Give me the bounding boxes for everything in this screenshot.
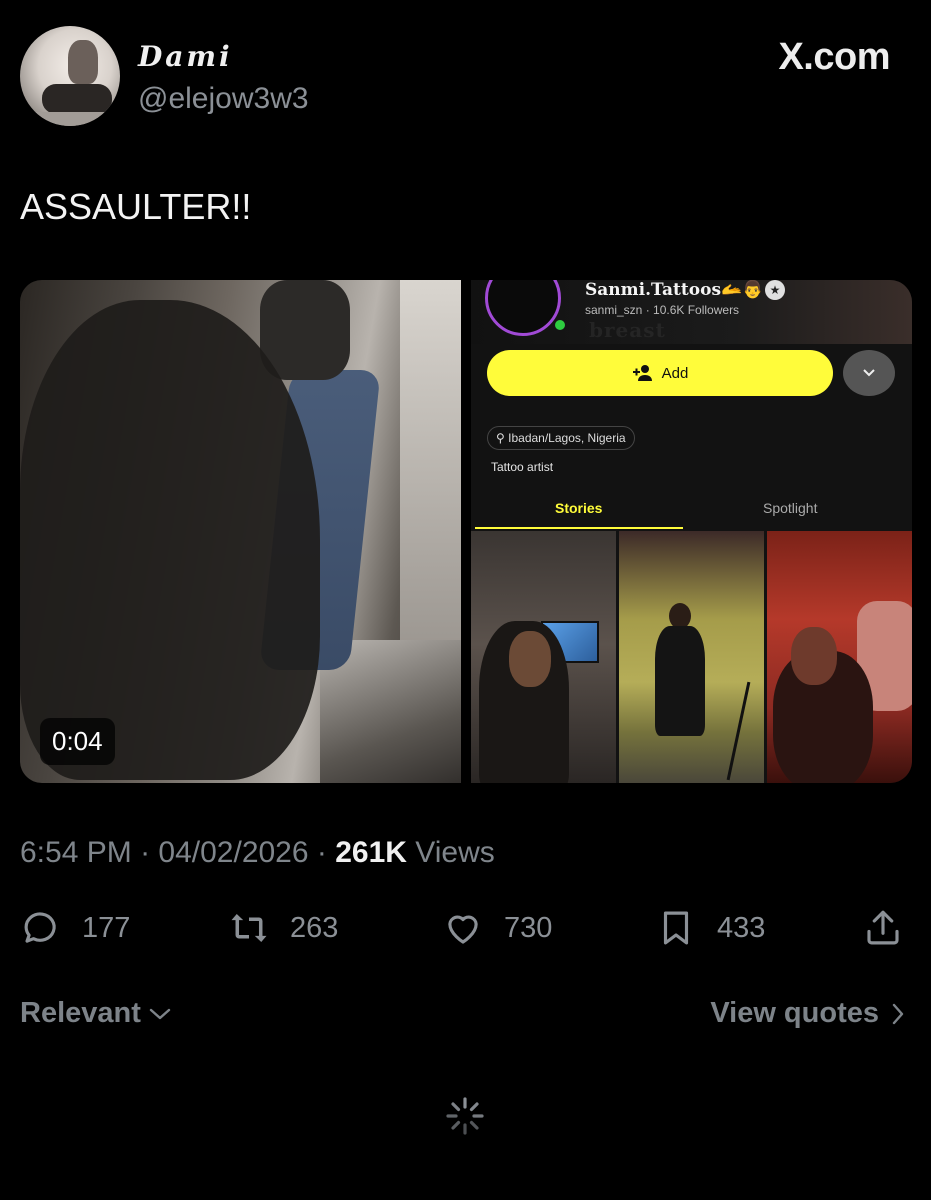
view-quotes-link[interactable]: View quotes bbox=[710, 997, 905, 1030]
video-figure bbox=[20, 300, 320, 780]
reply-button[interactable]: 177 bbox=[20, 898, 130, 958]
location-chip: ⚲ Ibadan/Lagos, Nigeria bbox=[487, 426, 635, 450]
avatar-figure bbox=[68, 40, 98, 84]
loading-spinner-icon bbox=[446, 1097, 484, 1135]
author-handle[interactable]: @elejow3w3 bbox=[138, 82, 309, 116]
reply-icon bbox=[24, 912, 56, 943]
video-duration-badge: 0:04 bbox=[40, 718, 115, 765]
repost-icon bbox=[231, 914, 267, 942]
tab-spotlight: Spotlight bbox=[763, 500, 818, 516]
author-avatar[interactable] bbox=[20, 26, 120, 126]
views-label: Views bbox=[415, 836, 495, 869]
share-icon bbox=[867, 910, 899, 945]
video-wall bbox=[400, 280, 461, 660]
story-face bbox=[509, 631, 551, 687]
like-button[interactable]: 730 bbox=[442, 898, 552, 958]
profile-username: Sanmi.Tattoos🫴👨 bbox=[585, 280, 764, 300]
meta-separator: · bbox=[316, 836, 336, 869]
share-button[interactable] bbox=[862, 898, 904, 958]
tweet-time[interactable]: 6:54 PM bbox=[20, 836, 132, 869]
chevron-down-icon bbox=[149, 1008, 171, 1019]
add-person-icon bbox=[632, 365, 652, 381]
author-display-name[interactable]: Dami bbox=[138, 40, 233, 73]
bookmark-button[interactable]: 433 bbox=[655, 898, 765, 958]
tab-stories: Stories bbox=[555, 500, 603, 516]
avatar-desk bbox=[20, 112, 120, 126]
profile-meta: sanmi_szn · 10.6K Followers bbox=[585, 303, 740, 317]
brand-logo: X.com bbox=[778, 36, 890, 78]
media-grid: 0:04 Sanmi.Tattoos🫴👨 ★ sanmi_szn · 10.6K… bbox=[20, 280, 912, 783]
bookmark-icon bbox=[663, 911, 689, 945]
meta-separator: · bbox=[140, 836, 159, 869]
profile-sticker-text: breast bbox=[589, 318, 666, 342]
active-tab-indicator bbox=[475, 527, 683, 529]
online-indicator bbox=[555, 320, 565, 330]
like-count: 730 bbox=[504, 911, 553, 944]
tweet-text: ASSAULTER!! bbox=[20, 186, 252, 227]
reply-count: 177 bbox=[82, 911, 131, 944]
star-badge-icon: ★ bbox=[765, 280, 785, 300]
bookmark-count: 433 bbox=[717, 911, 766, 944]
action-bar: 177 263 730 433 bbox=[0, 898, 931, 958]
more-options-chevron-icon bbox=[843, 350, 895, 396]
profile-bio: Tattoo artist bbox=[491, 460, 554, 474]
tweet-meta: 6:54 PM · 04/02/2026 · 261K Views bbox=[20, 836, 495, 870]
story-thumbnail bbox=[767, 531, 912, 783]
repost-button[interactable]: 263 bbox=[228, 898, 338, 958]
views-count: 261K bbox=[335, 836, 407, 869]
add-friend-button: Add bbox=[487, 350, 833, 396]
video-thumbnail[interactable]: 0:04 bbox=[20, 280, 461, 783]
story-face bbox=[791, 627, 837, 685]
repost-count: 263 bbox=[290, 911, 339, 944]
story-tripod bbox=[726, 681, 751, 781]
story-suit bbox=[655, 626, 705, 736]
add-label: Add bbox=[661, 364, 689, 382]
story-thumbnail bbox=[471, 531, 616, 783]
video-shadow bbox=[260, 280, 350, 380]
sort-replies-dropdown[interactable]: Relevant bbox=[20, 997, 171, 1030]
pin-icon: ⚲ bbox=[496, 431, 505, 445]
story-thumbnail bbox=[619, 531, 764, 783]
story-thumbnails bbox=[471, 531, 912, 783]
tweet-date[interactable]: 04/02/2026 bbox=[158, 836, 308, 869]
view-quotes-label: View quotes bbox=[710, 997, 879, 1029]
chevron-right-icon bbox=[892, 1003, 904, 1024]
avatar-arm bbox=[42, 84, 112, 114]
heart-icon bbox=[448, 915, 478, 944]
sort-label: Relevant bbox=[20, 997, 141, 1029]
profile-screenshot-image[interactable]: Sanmi.Tattoos🫴👨 ★ sanmi_szn · 10.6K Foll… bbox=[471, 280, 912, 783]
location-text: Ibadan/Lagos, Nigeria bbox=[508, 431, 626, 445]
